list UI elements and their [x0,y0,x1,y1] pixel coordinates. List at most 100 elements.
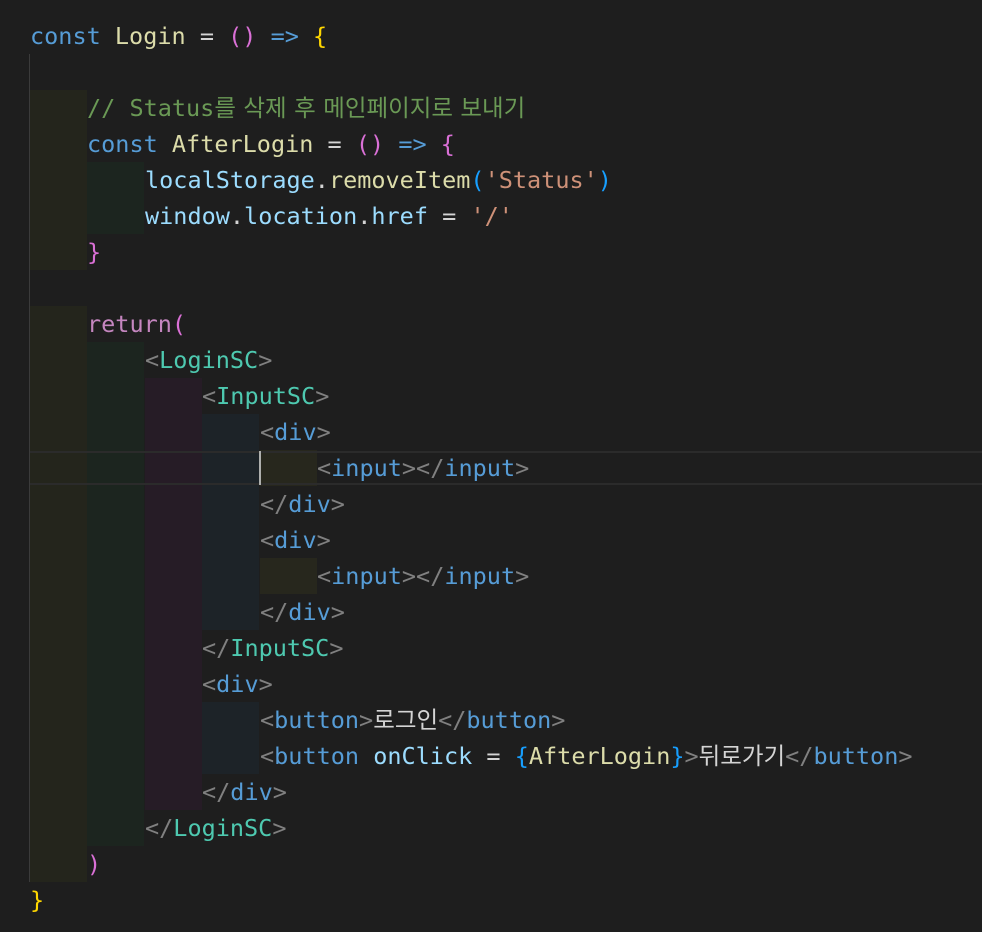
tag-bracket: > [272,778,287,806]
tag-bracket: > [684,742,699,770]
tag-bracket: > [316,418,331,446]
code-line[interactable]: localStorage.removeItem('Status') [145,162,612,198]
keyword-return: return [87,310,172,338]
jsx-component-tag: LoginSC [159,346,259,374]
comment: // Status [87,94,215,122]
tag-bracket: > [359,706,374,734]
bracket: ( [171,310,187,338]
string-literal: 'Status' [484,166,598,194]
indent-highlight [30,90,87,270]
indent-highlight [145,378,202,810]
code-line[interactable]: <div> [260,522,331,558]
operator: . [229,202,245,230]
bracket: () [228,22,257,50]
bracket: } [87,238,102,266]
bracket: ( [470,166,485,194]
operator: = [486,742,501,770]
code-line[interactable]: } [30,882,44,918]
property: href [371,202,428,230]
tag-bracket: > [329,634,344,662]
code-line[interactable]: </InputSC> [202,630,344,666]
code-line[interactable]: return( [87,306,186,342]
jsx-text: 로그인 [373,706,439,734]
comment: 를 삭제 후 메인페이지로 보내기 [214,94,526,122]
code-line[interactable]: const Login = () => { [30,18,327,54]
indent-highlight [87,342,144,846]
tag-bracket: </ [260,598,289,626]
indent-highlight [30,306,87,882]
code-line[interactable]: </div> [260,594,345,630]
bracket: { [440,130,455,158]
tag-bracket: </ [202,634,231,662]
code-line[interactable]: <input></input> [317,558,529,594]
operator: = [442,202,457,230]
html-tag: div [274,526,317,554]
tag-bracket: > [272,814,287,842]
tag-bracket: > [330,598,345,626]
code-line[interactable]: <input></input> [317,450,529,486]
tag-bracket: </ [785,742,814,770]
code-line[interactable]: </div> [260,486,345,522]
tag-bracket: ></ [401,454,445,482]
identifier: localStorage [145,166,315,194]
html-tag: input [444,562,516,590]
code-line[interactable]: </LoginSC> [145,810,287,846]
text-cursor [259,451,261,485]
tag-bracket: > [315,382,330,410]
indent-highlight [87,162,144,234]
operator: . [314,166,329,194]
method-name: removeItem [328,166,471,194]
tag-bracket: < [317,562,332,590]
tag-bracket: < [260,742,275,770]
code-line[interactable]: <button onClick = {AfterLogin}>뒤로가기</but… [260,738,913,774]
code-line[interactable]: <div> [202,666,273,702]
jsx-component-tag: LoginSC [173,814,273,842]
tag-bracket: ></ [401,562,445,590]
bracket: ) [597,166,612,194]
bracket: } [30,886,45,914]
identifier: Login [114,22,186,50]
indent-highlight [202,702,259,774]
tag-bracket: > [551,706,566,734]
code-line[interactable]: const AfterLogin = () => { [87,126,455,162]
identifier: window [145,202,230,230]
jsx-component-tag: InputSC [216,382,316,410]
code-line[interactable]: <InputSC> [202,378,329,414]
tag-bracket: < [260,706,275,734]
code-line[interactable]: window.location.href = '/' [145,198,513,234]
html-tag: div [288,598,331,626]
bracket: } [670,742,685,770]
tag-bracket: > [515,562,530,590]
html-tag: div [288,490,331,518]
keyword-const: const [30,22,101,50]
bracket: () [355,130,385,158]
html-tag: button [466,706,552,734]
tag-bracket: </ [202,778,231,806]
code-line[interactable]: } [87,234,101,270]
identifier: AfterLogin [171,130,314,158]
jsx-text: 뒤로가기 [698,742,786,770]
tag-bracket: > [330,490,345,518]
indent-highlight [260,558,317,594]
code-line[interactable]: ) [87,846,101,882]
tag-bracket: </ [145,814,174,842]
code-line[interactable]: <div> [260,414,331,450]
tag-bracket: < [202,382,217,410]
operator: = [327,130,342,158]
operator: . [357,202,372,230]
code-editor[interactable]: const Login = () => { // Status를 삭제 후 메인… [0,0,982,932]
html-tag: input [331,562,402,590]
html-tag: button [274,742,360,770]
tag-bracket: > [258,346,273,374]
code-line[interactable]: </div> [202,774,287,810]
tag-bracket: < [317,454,332,482]
property: location [244,202,358,230]
code-line[interactable]: <button>로그인</button> [260,702,565,738]
bracket: { [313,22,328,50]
bracket: { [514,742,529,770]
code-line[interactable]: <LoginSC> [145,342,272,378]
arrow-operator: => [270,22,299,50]
identifier: AfterLogin [528,742,671,770]
code-line[interactable]: // Status를 삭제 후 메인페이지로 보내기 [87,90,525,126]
indent-highlight [202,414,259,630]
